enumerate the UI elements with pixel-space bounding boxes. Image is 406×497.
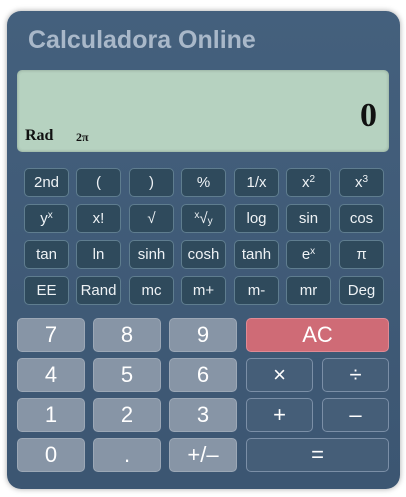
- button-label: ln: [92, 246, 105, 263]
- button-label: mr: [299, 282, 318, 299]
- pi-button[interactable]: π: [339, 240, 384, 269]
- square-button[interactable]: x2: [286, 168, 331, 197]
- memory-subtract-button[interactable]: m-: [234, 276, 279, 305]
- angle-mode-indicator: Rad: [25, 127, 54, 144]
- button-label: Rand: [80, 282, 117, 299]
- button-label: cosh: [187, 246, 220, 263]
- digit-0-button[interactable]: 0: [17, 438, 85, 472]
- button-label: m-: [247, 282, 266, 299]
- log-button[interactable]: log: [234, 204, 279, 233]
- angle-unit-indicator: 2π: [76, 130, 89, 144]
- equals-button[interactable]: =: [246, 438, 389, 472]
- button-label: 1/x: [246, 174, 267, 191]
- button-label: √: [147, 210, 156, 227]
- tan-button[interactable]: tan: [24, 240, 69, 269]
- button-label: ): [149, 174, 154, 191]
- button-label: 2nd: [33, 174, 60, 191]
- digit-2-button[interactable]: 2: [93, 398, 161, 432]
- square-root-button[interactable]: √: [129, 204, 174, 233]
- subtract-button[interactable]: –: [322, 398, 389, 432]
- sin-button[interactable]: sin: [286, 204, 331, 233]
- nth-root-button[interactable]: x √ y: [181, 204, 226, 233]
- digit-9-button[interactable]: 9: [169, 318, 237, 352]
- degree-mode-button[interactable]: Deg: [339, 276, 384, 305]
- ln-button[interactable]: ln: [76, 240, 121, 269]
- memory-add-button[interactable]: m+: [181, 276, 226, 305]
- close-paren-button[interactable]: ): [129, 168, 174, 197]
- rand-button[interactable]: Rand: [76, 276, 121, 305]
- memory-clear-button[interactable]: mc: [129, 276, 174, 305]
- digit-7-button[interactable]: 7: [17, 318, 85, 352]
- display: 0 Rad 2π: [17, 70, 389, 152]
- factorial-button[interactable]: x!: [76, 204, 121, 233]
- button-label: %: [196, 174, 211, 191]
- button-label: cos: [349, 210, 374, 227]
- cube-button[interactable]: x3: [339, 168, 384, 197]
- add-button[interactable]: +: [246, 398, 313, 432]
- button-label: EE: [36, 282, 57, 299]
- calculator: Calculadora Online 0 Rad 2π 2nd ( ) % 1/…: [7, 11, 400, 489]
- percent-button[interactable]: %: [181, 168, 226, 197]
- button-label: mc: [141, 282, 162, 299]
- exp-button[interactable]: ex: [286, 240, 331, 269]
- open-paren-button[interactable]: (: [76, 168, 121, 197]
- button-label: π: [356, 246, 367, 263]
- button-label: (: [96, 174, 101, 191]
- multiply-button[interactable]: ×: [246, 358, 313, 392]
- reciprocal-button[interactable]: 1/x: [234, 168, 279, 197]
- button-label: sin: [298, 210, 319, 227]
- digit-5-button[interactable]: 5: [93, 358, 161, 392]
- button-label: log: [246, 210, 267, 227]
- digit-3-button[interactable]: 3: [169, 398, 237, 432]
- cosh-button[interactable]: cosh: [181, 240, 226, 269]
- divide-button[interactable]: ÷: [322, 358, 389, 392]
- power-button[interactable]: yx: [24, 204, 69, 233]
- display-value: 0: [360, 97, 377, 134]
- button-label: tan: [36, 246, 57, 263]
- digit-6-button[interactable]: 6: [169, 358, 237, 392]
- ee-button[interactable]: EE: [24, 276, 69, 305]
- tanh-button[interactable]: tanh: [234, 240, 279, 269]
- button-label: Deg: [347, 282, 376, 299]
- digit-1-button[interactable]: 1: [17, 398, 85, 432]
- calculator-title: Calculadora Online: [28, 26, 256, 54]
- memory-recall-button[interactable]: mr: [286, 276, 331, 305]
- button-label: sinh: [137, 246, 166, 263]
- digit-8-button[interactable]: 8: [93, 318, 161, 352]
- button-label: m+: [192, 282, 215, 299]
- second-function-button[interactable]: 2nd: [24, 168, 69, 197]
- decimal-point-button[interactable]: .: [93, 438, 161, 472]
- clear-button[interactable]: AC: [246, 318, 389, 352]
- negate-button[interactable]: +/–: [169, 438, 237, 472]
- sinh-button[interactable]: sinh: [129, 240, 174, 269]
- digit-4-button[interactable]: 4: [17, 358, 85, 392]
- cos-button[interactable]: cos: [339, 204, 384, 233]
- button-label: x!: [92, 210, 105, 227]
- button-label: tanh: [241, 246, 272, 263]
